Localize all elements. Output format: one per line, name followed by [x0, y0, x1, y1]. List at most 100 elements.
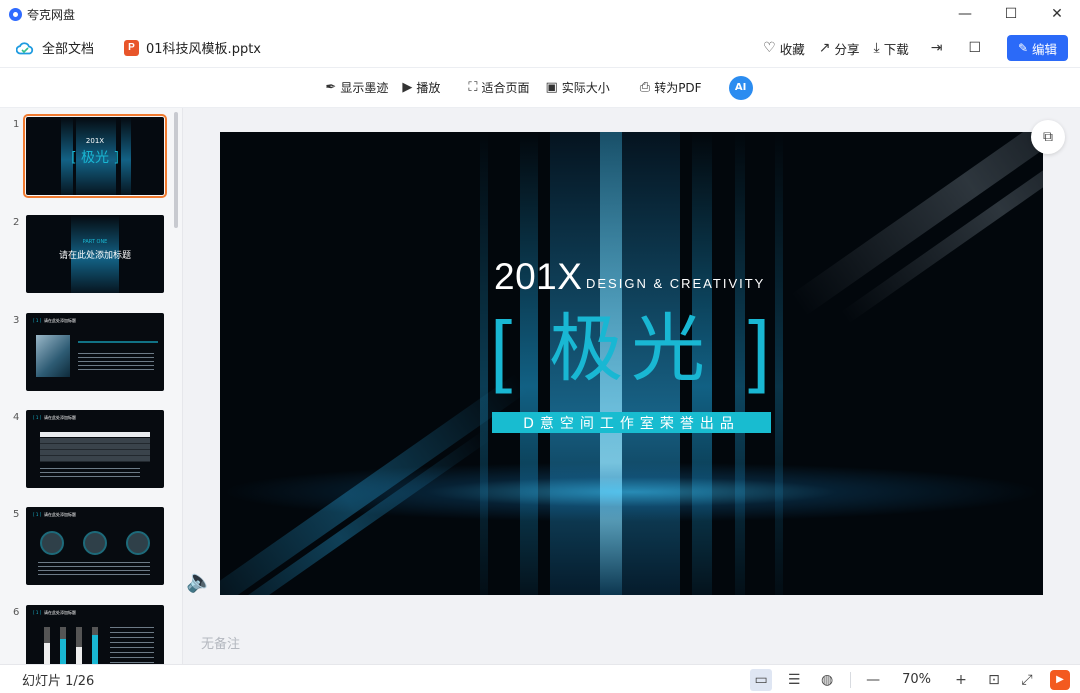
play-icon: ▶	[402, 80, 413, 95]
header-actions: ♡ 收藏 ↗ 分享 ⤓ 下载 ⇥ ☐ ✎ 编辑	[749, 28, 1068, 68]
heart-icon: ♡	[763, 40, 776, 56]
download-button[interactable]: ⤓ 下载	[873, 39, 908, 58]
maximize-button[interactable]: ☐	[988, 0, 1034, 28]
collect-button[interactable]: ♡ 收藏	[763, 39, 805, 58]
show-ink-button[interactable]: ✒ 显示墨迹	[325, 79, 388, 96]
slide-number: 5	[13, 509, 20, 520]
share-label: 分享	[834, 41, 860, 57]
edit-label: 编辑	[1032, 41, 1058, 57]
divider	[850, 671, 852, 688]
slide-canvas-area: 201X DESIGN & CREATIVITY [ 极光 ] D意空间工作室荣…	[183, 108, 1080, 664]
app-logo-icon	[9, 7, 22, 21]
slide-thumbnail-4[interactable]: 4 [ 1 ] 请在此处添加标题	[0, 410, 182, 500]
slideshow-play-icon[interactable]: ▶	[1050, 669, 1070, 690]
share-icon: ↗	[818, 40, 831, 56]
slide-thumbnail-panel[interactable]: 1 201X [ 极光 ] 2 PART ONE 请在此处添加标题 3 [ 1 …	[0, 108, 183, 664]
play-button[interactable]: ▶ 播放	[402, 79, 440, 96]
status-controls: ▭ ☰ ◍ — 70% + ⊡ ⤢ ▶	[739, 665, 1070, 693]
feedback-button[interactable]: ☐	[968, 40, 985, 56]
actual-size-label: 实际大小	[561, 81, 610, 95]
pdf-icon: ⎙	[639, 80, 651, 95]
speaker-icon[interactable]: 🔈	[186, 569, 213, 594]
download-label: 下载	[883, 41, 909, 57]
zoom-in-icon[interactable]: +	[950, 669, 972, 691]
all-docs-link[interactable]: 全部文档	[16, 38, 94, 57]
file-name: 01科技风模板.pptx	[146, 42, 261, 57]
slide-heading: 极光	[549, 306, 713, 392]
minimize-button[interactable]: —	[942, 0, 988, 28]
thumb-kicker: [ 1 ]	[33, 318, 42, 323]
fit-page-icon: ⛶	[468, 80, 478, 95]
slide-tagline: DESIGN & CREATIVITY	[586, 276, 766, 291]
slide-number: 1	[13, 119, 20, 130]
slide-number: 2	[13, 217, 20, 228]
slide-counter: 幻灯片 1/26	[22, 673, 95, 689]
close-button[interactable]: ✕	[1034, 0, 1080, 28]
ai-assistant-button[interactable]: AI	[728, 75, 753, 100]
view-toolbar: ✒ 显示墨迹 ▶ 播放 ⛶ 适合页面 ▣ 实际大小 ⎙ 转为PDF AI	[0, 68, 1080, 108]
fit-window-icon[interactable]: ⊡	[983, 669, 1005, 691]
slide-thumbnail-3[interactable]: 3 [ 1 ] 请在此处添加标题	[0, 313, 182, 403]
pencil-icon: ✎	[1017, 41, 1029, 55]
app-title: 夸克网盘	[27, 7, 76, 22]
all-docs-label: 全部文档	[42, 42, 95, 57]
thumb-title: 请在此处添加标题	[44, 610, 76, 615]
to-pdf-label: 转为PDF	[654, 81, 702, 95]
fullscreen-icon[interactable]: ⤢	[1016, 669, 1038, 691]
play-label: 播放	[416, 81, 441, 95]
slide-preview: [ 1 ] 请在此处添加标题	[26, 605, 164, 664]
pptx-file-icon: P	[124, 39, 140, 56]
slide-bracket-left: [	[490, 305, 513, 394]
to-pdf-button[interactable]: ⎙ 转为PDF	[640, 79, 702, 96]
thumb-kicker: [ 1 ]	[33, 415, 42, 420]
slide-tools-icon[interactable]: ⧉	[1031, 120, 1065, 154]
current-slide[interactable]: 201X DESIGN & CREATIVITY [ 极光 ] D意空间工作室荣…	[220, 132, 1043, 595]
zoom-level: 70%	[902, 672, 931, 687]
slide-preview: PART ONE 请在此处添加标题	[26, 215, 164, 293]
slide-thumbnail-1[interactable]: 1 201X [ 极光 ]	[0, 114, 182, 207]
slide-thumbnail-2[interactable]: 2 PART ONE 请在此处添加标题	[0, 215, 182, 305]
thumb-kicker: PART ONE	[82, 239, 108, 245]
normal-view-icon[interactable]: ▭	[750, 668, 773, 691]
cloud-icon	[16, 41, 34, 54]
thumb-title: 请在此处添加标题	[44, 415, 76, 420]
slide-bracket-right: ]	[748, 305, 771, 394]
fit-page-label: 适合页面	[481, 81, 530, 95]
slide-thumbnail-5[interactable]: 5 [ 1 ] 请在此处添加标题	[0, 507, 182, 597]
actual-size-button[interactable]: ▣ 实际大小	[545, 79, 609, 96]
show-ink-label: 显示墨迹	[340, 81, 389, 95]
slide-number: 3	[13, 315, 20, 326]
thumb-kicker: [ 1 ]	[33, 512, 42, 517]
web-view-icon[interactable]: ◍	[816, 669, 838, 691]
slide-thumbnail-6[interactable]: 6 [ 1 ] 请在此处添加标题	[0, 605, 182, 664]
slide-preview: [ 1 ] 请在此处添加标题	[26, 410, 164, 488]
zoom-out-icon[interactable]: —	[862, 669, 884, 691]
slide-year: 201X	[494, 256, 583, 297]
slide-preview: 201X [ 极光 ]	[23, 114, 167, 198]
slide-number: 4	[13, 412, 20, 423]
pen-icon: ✒	[325, 80, 337, 95]
thumb-title: 请在此处添加标题	[44, 318, 76, 323]
slide-preview: [ 1 ] 请在此处添加标题	[26, 507, 164, 585]
thumb-title: 请在此处添加标题	[44, 512, 76, 517]
download-icon: ⤓	[873, 40, 880, 56]
notes-view-icon[interactable]: ☰	[783, 669, 805, 691]
export-button[interactable]: ⇥	[931, 40, 947, 56]
document-header: 全部文档 P 01科技风模板.pptx ♡ 收藏 ↗ 分享 ⤓ 下载 ⇥ ☐ ✎…	[0, 28, 1080, 68]
slide-subtitle: D意空间工作室荣誉出品	[492, 412, 771, 433]
slide-number: 6	[13, 607, 20, 618]
status-bar: 幻灯片 1/26 ▭ ☰ ◍ — 70% + ⊡ ⤢ ▶	[0, 664, 1080, 693]
share-button[interactable]: ↗ 分享	[819, 39, 860, 58]
collect-label: 收藏	[779, 41, 805, 57]
title-bar: 夸克网盘 — ☐ ✕	[0, 0, 1080, 28]
edit-button[interactable]: ✎ 编辑	[1007, 35, 1068, 61]
notes-placeholder[interactable]: 无备注	[201, 633, 240, 652]
fit-page-button[interactable]: ⛶ 适合页面	[468, 79, 529, 96]
thumb-title: 请在此处添加标题	[58, 251, 131, 261]
export-icon: ⇥	[930, 40, 943, 56]
feedback-icon: ☐	[968, 40, 981, 56]
thumb-title: [ 极光 ]	[71, 150, 119, 166]
slide-preview: [ 1 ] 请在此处添加标题	[26, 313, 164, 391]
window-controls: — ☐ ✕	[942, 0, 1080, 28]
actual-size-icon: ▣	[545, 80, 558, 95]
